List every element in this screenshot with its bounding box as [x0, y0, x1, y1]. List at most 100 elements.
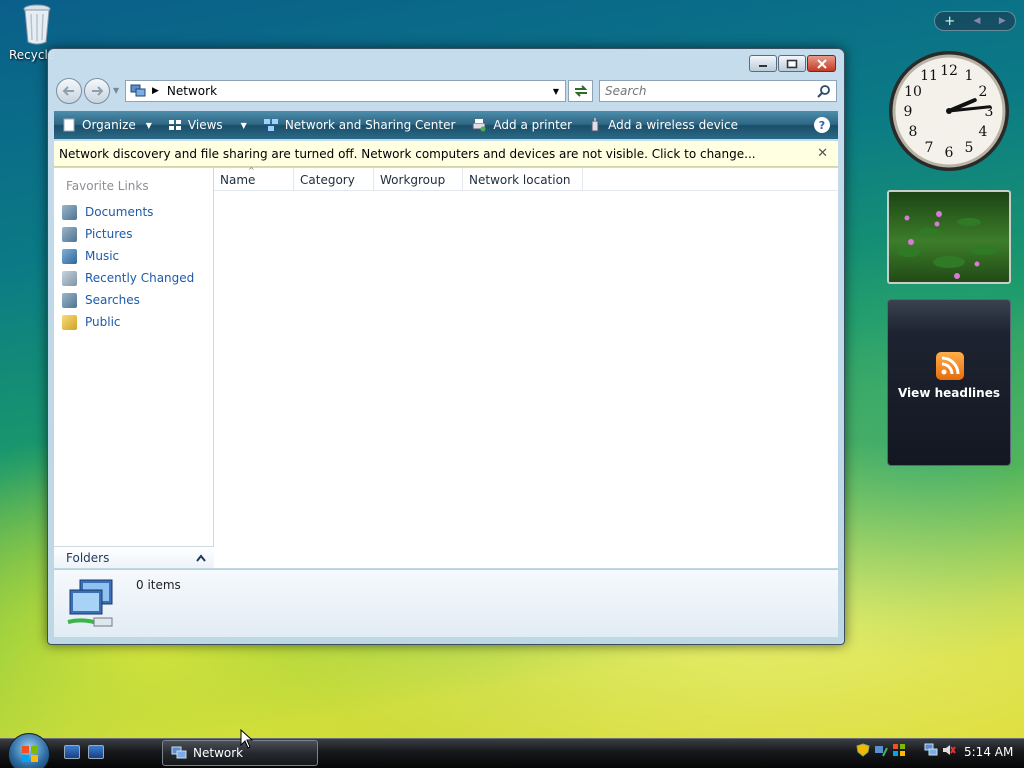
address-bar[interactable]: ▶ Network ▼: [125, 80, 566, 102]
organize-label: Organize: [82, 118, 136, 132]
windows-logo-icon: [22, 746, 38, 762]
column-header-name[interactable]: ^ Name: [214, 166, 294, 190]
searches-icon: [62, 292, 77, 308]
network-sharing-center-button[interactable]: Network and Sharing Center: [255, 111, 464, 139]
svg-text:1: 1: [965, 68, 974, 84]
minimize-button[interactable]: [749, 55, 777, 72]
previous-page-icon[interactable]: ◀: [974, 16, 981, 26]
network-icon: [130, 84, 146, 97]
network-discovery-infobar[interactable]: Network discovery and file sharing are t…: [54, 141, 838, 167]
network-icon: [171, 746, 187, 759]
favorite-link-searches[interactable]: Searches: [62, 289, 194, 311]
favorite-link-pictures[interactable]: Pictures: [62, 223, 194, 245]
organize-button[interactable]: Organize ▼: [54, 111, 160, 139]
switch-windows-icon[interactable]: [88, 745, 104, 759]
favorite-link-label: Pictures: [85, 227, 133, 241]
taskbar-button-label: Network: [193, 746, 244, 760]
views-button[interactable]: Views ▼: [160, 111, 255, 139]
svg-text:8: 8: [909, 124, 918, 140]
feed-headlines-gadget[interactable]: View headlines: [887, 299, 1011, 466]
favorite-link-music[interactable]: Music: [62, 245, 194, 267]
pictures-icon: [62, 226, 77, 242]
refresh-button[interactable]: [568, 80, 593, 102]
favorite-link-label: Searches: [85, 293, 140, 307]
breadcrumb-separator-icon[interactable]: ▶: [152, 86, 159, 96]
column-header-workgroup[interactable]: Workgroup: [374, 168, 463, 190]
svg-text:5: 5: [965, 140, 974, 156]
clock-gadget[interactable]: 12 1 2 345 678 9 10 11: [886, 48, 1012, 174]
back-button[interactable]: [56, 78, 82, 104]
network-status-icon[interactable]: [874, 743, 888, 757]
recently-changed-icon: [62, 270, 77, 286]
explorer-window: ▼ ▶ Network ▼ Organize ▼ Views ▼ Ne: [47, 48, 845, 645]
back-arrow-icon: [62, 86, 74, 96]
views-icon: [168, 120, 181, 130]
views-label: Views: [187, 118, 223, 132]
network-sharing-icon: [263, 119, 278, 131]
security-shield-icon[interactable]: [856, 743, 870, 757]
svg-text:10: 10: [904, 84, 922, 100]
next-page-icon[interactable]: ▶: [999, 16, 1006, 26]
favorite-link-recently-changed[interactable]: Recently Changed: [62, 267, 194, 289]
view-headlines-label: View headlines: [897, 386, 1000, 400]
column-header-label: Network location: [469, 173, 571, 187]
favorite-link-label: Recently Changed: [85, 271, 195, 285]
help-button[interactable]: ?: [814, 117, 830, 133]
search-box[interactable]: [599, 80, 837, 102]
navigation-pane: Favorite Links Documents Pictures Music …: [54, 168, 214, 568]
recycle-bin-icon: [22, 2, 52, 46]
add-wireless-device-label: Add a wireless device: [608, 118, 738, 132]
search-input[interactable]: [605, 84, 805, 98]
svg-text:6: 6: [945, 145, 954, 161]
column-header-network-location[interactable]: Network location: [463, 168, 583, 190]
network-connections-icon[interactable]: [924, 743, 938, 757]
address-text: Network: [166, 84, 218, 98]
address-dropdown-icon[interactable]: ▼: [553, 87, 559, 96]
svg-text:11: 11: [920, 68, 938, 84]
system-tray: [856, 743, 956, 757]
show-desktop-icon[interactable]: [64, 745, 80, 759]
volume-muted-icon[interactable]: [942, 743, 956, 757]
recent-pages-chevron-icon[interactable]: ▼: [113, 86, 119, 95]
add-gadget-icon[interactable]: +: [944, 14, 955, 29]
column-header-label: Name: [220, 173, 256, 187]
column-header-row: ^ Name Category Workgroup Network locati…: [214, 166, 838, 191]
favorite-links-list: Documents Pictures Music Recently Change…: [62, 201, 194, 333]
clock-face-icon: 12 12 345 678 91011: [889, 51, 1009, 171]
search-icon[interactable]: [817, 84, 831, 98]
add-printer-label: Add a printer: [493, 118, 573, 132]
command-bar: Organize ▼ Views ▼ Network and Sharing C…: [54, 111, 838, 139]
start-button[interactable]: [8, 733, 50, 768]
add-wireless-device-button[interactable]: Add a wireless device: [580, 111, 746, 139]
favorite-link-documents[interactable]: Documents: [62, 201, 194, 223]
svg-text:12: 12: [940, 63, 958, 79]
flower-photo: [897, 211, 998, 279]
mouse-cursor-icon: [240, 729, 254, 749]
forward-arrow-icon: [92, 86, 104, 96]
favorite-link-public[interactable]: Public: [62, 311, 194, 333]
music-icon: [62, 248, 77, 264]
column-header-category[interactable]: Category: [294, 168, 374, 190]
infobar-close-icon[interactable]: ✕: [817, 146, 828, 161]
forward-button[interactable]: [84, 78, 110, 104]
maximize-icon: [786, 59, 798, 68]
organize-chevron-down-icon: ▼: [145, 120, 152, 130]
caption-buttons: [749, 55, 836, 72]
add-printer-button[interactable]: Add a printer: [463, 111, 580, 139]
infobar-text: Network discovery and file sharing are t…: [59, 146, 756, 161]
network-computers-icon: [67, 579, 113, 627]
slideshow-gadget[interactable]: [887, 190, 1011, 284]
windows-update-icon[interactable]: [892, 743, 906, 757]
favorite-links-title: Favorite Links: [66, 179, 149, 193]
folders-toggle[interactable]: Folders: [54, 546, 214, 568]
views-chevron-down-icon: ▼: [240, 120, 247, 130]
system-clock[interactable]: 5:14 AM: [964, 745, 1013, 759]
help-icon: ?: [818, 118, 826, 132]
details-pane: 0 items: [54, 569, 838, 637]
file-list-pane[interactable]: ^ Name Category Workgroup Network locati…: [214, 166, 838, 568]
svg-text:2: 2: [979, 84, 988, 100]
public-folder-icon: [62, 314, 77, 330]
close-button[interactable]: [807, 55, 836, 72]
sort-ascending-icon: ^: [248, 166, 255, 175]
maximize-button[interactable]: [778, 55, 806, 72]
